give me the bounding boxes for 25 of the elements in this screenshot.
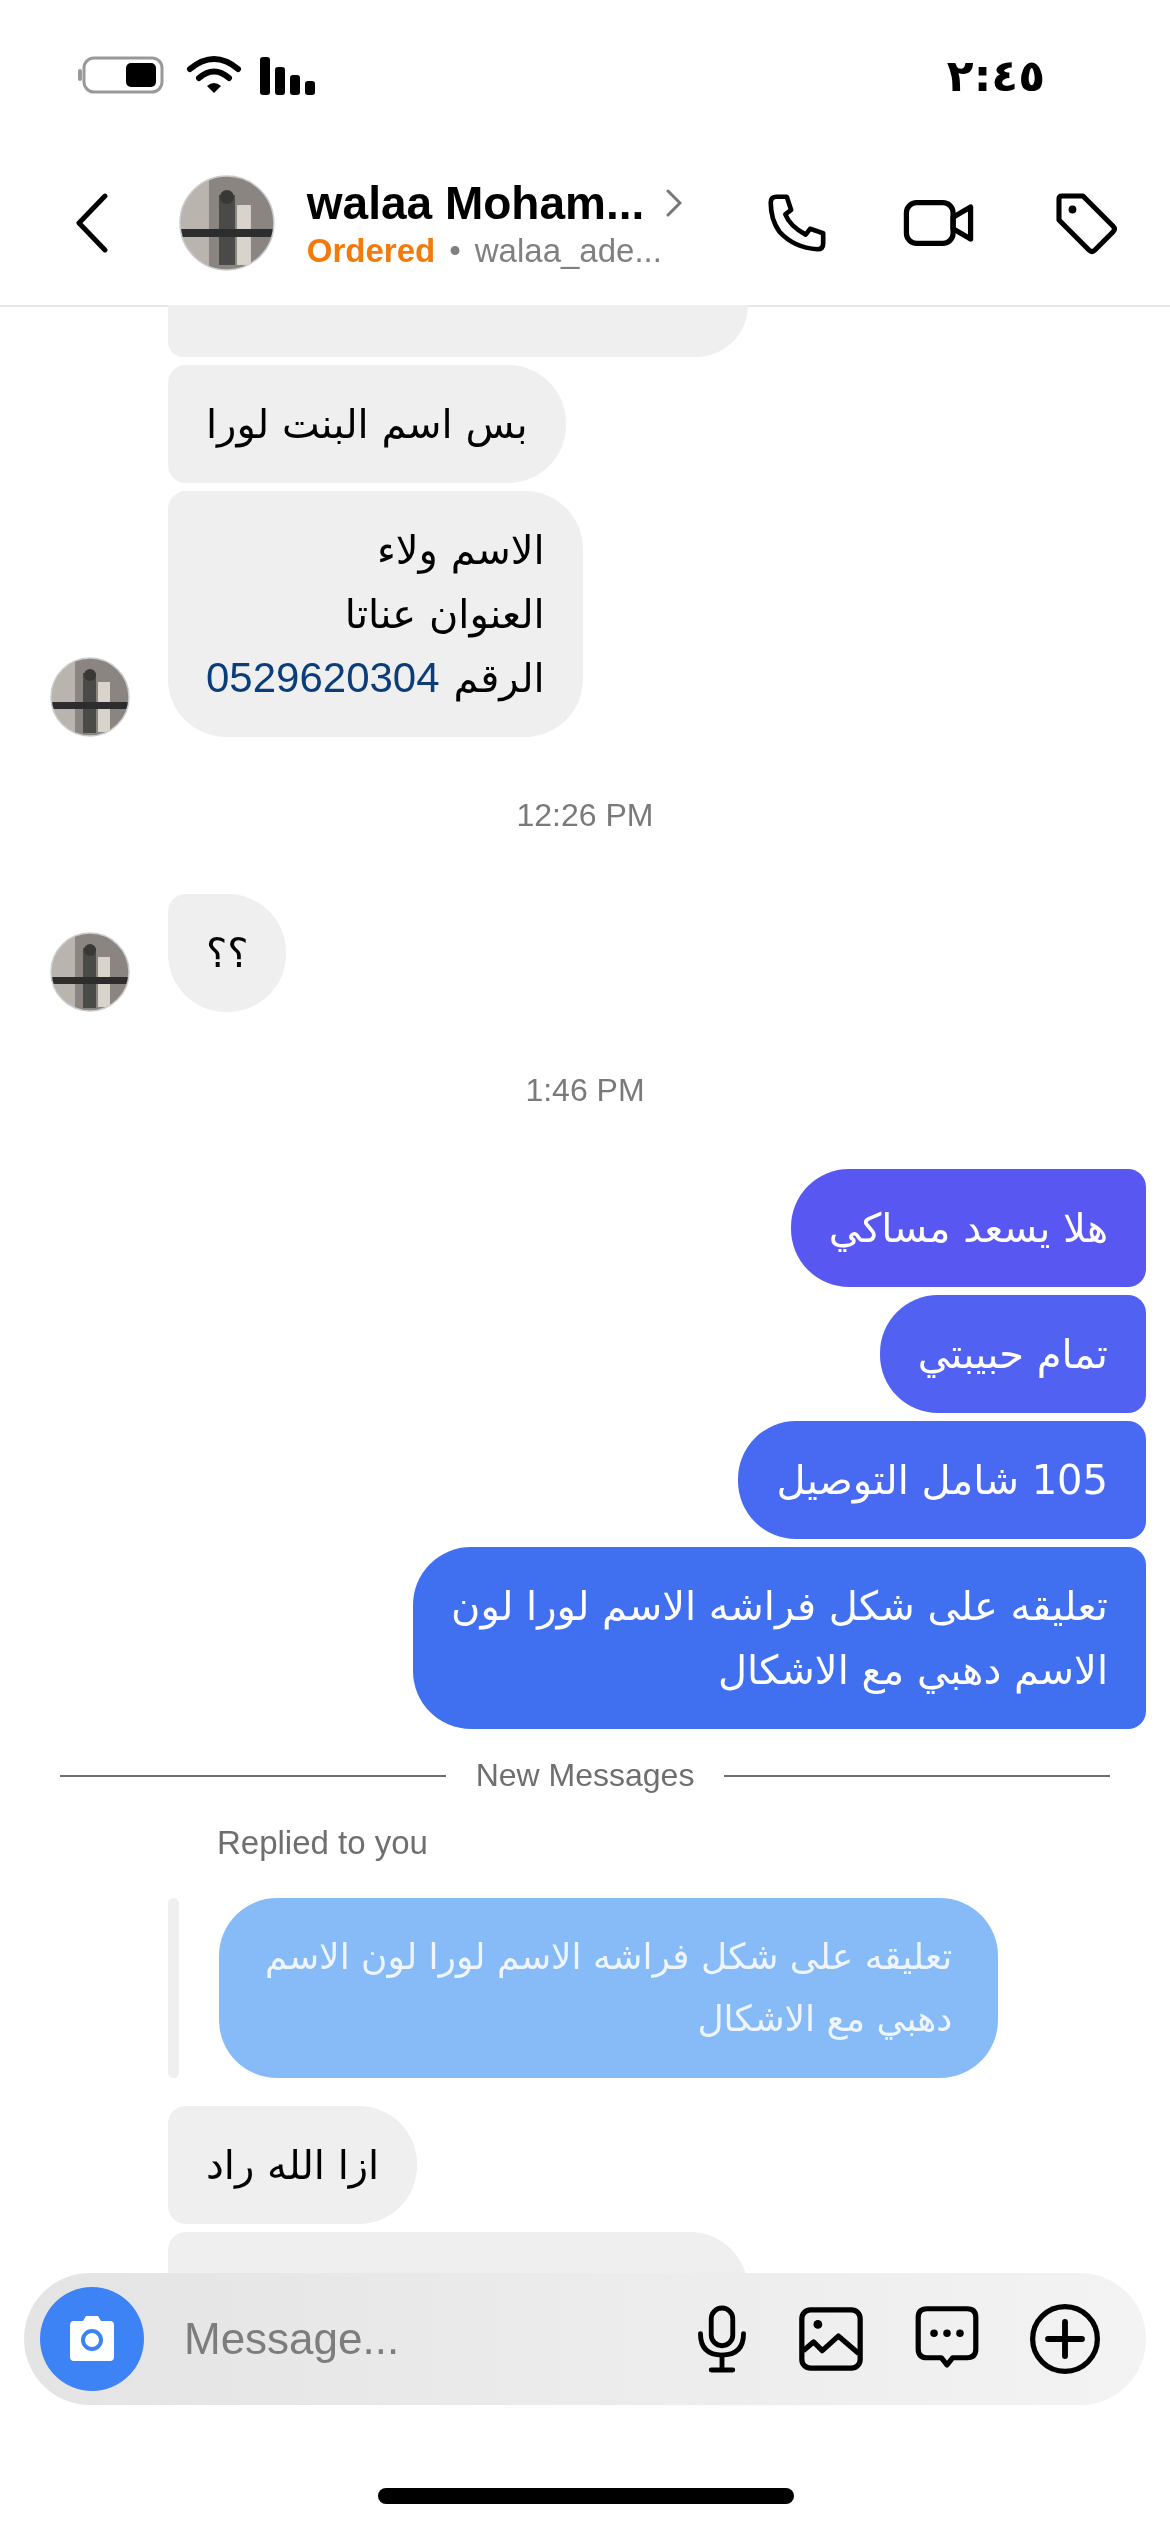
message-bubble: تعليقه على شكل فراشه الاسم لورا لون الاسم دهبي مع الاشكال [413, 1547, 1146, 1729]
reply-label: Replied to you [216, 1824, 429, 1862]
message-bubble: ازا الله راد [168, 2106, 418, 2224]
message-bubble: ؟؟ [168, 894, 287, 1012]
username: walaa_ade... [474, 231, 662, 270]
back-icon[interactable] [75, 192, 109, 253]
wifi-icon [186, 55, 242, 95]
message-input[interactable]: Message... [182, 2313, 648, 2365]
order-status: Ordered [306, 231, 436, 270]
new-messages-label: New Messages [475, 1757, 695, 1794]
chevron-icon [666, 188, 683, 217]
timestamp: 12:26 PM [516, 797, 654, 834]
phone-link[interactable]: 0529620304 [206, 654, 440, 701]
contact-name[interactable]: walaa Moham... [306, 175, 645, 230]
image-icon[interactable] [796, 2304, 866, 2374]
quoted-message: تعليقه على شكل فراشه الاسم لورا لون الاسم دهبي مع الاشكال [219, 1898, 999, 2078]
separator-dot: • [449, 231, 461, 270]
message-bubble: بس اسم البنت لورا [168, 365, 566, 483]
message-bubble: تمام حبيبتي [879, 1295, 1146, 1413]
message-bubble: هلا يسعد مساكي [790, 1169, 1146, 1287]
status-time: ٢:٤٥ [946, 49, 1045, 101]
camera-icon[interactable] [40, 2287, 144, 2391]
add-icon[interactable] [1028, 2302, 1102, 2376]
timestamp: 1:46 PM [525, 1072, 645, 1109]
message-bubble: 105 شامل التوصيل [738, 1421, 1146, 1539]
